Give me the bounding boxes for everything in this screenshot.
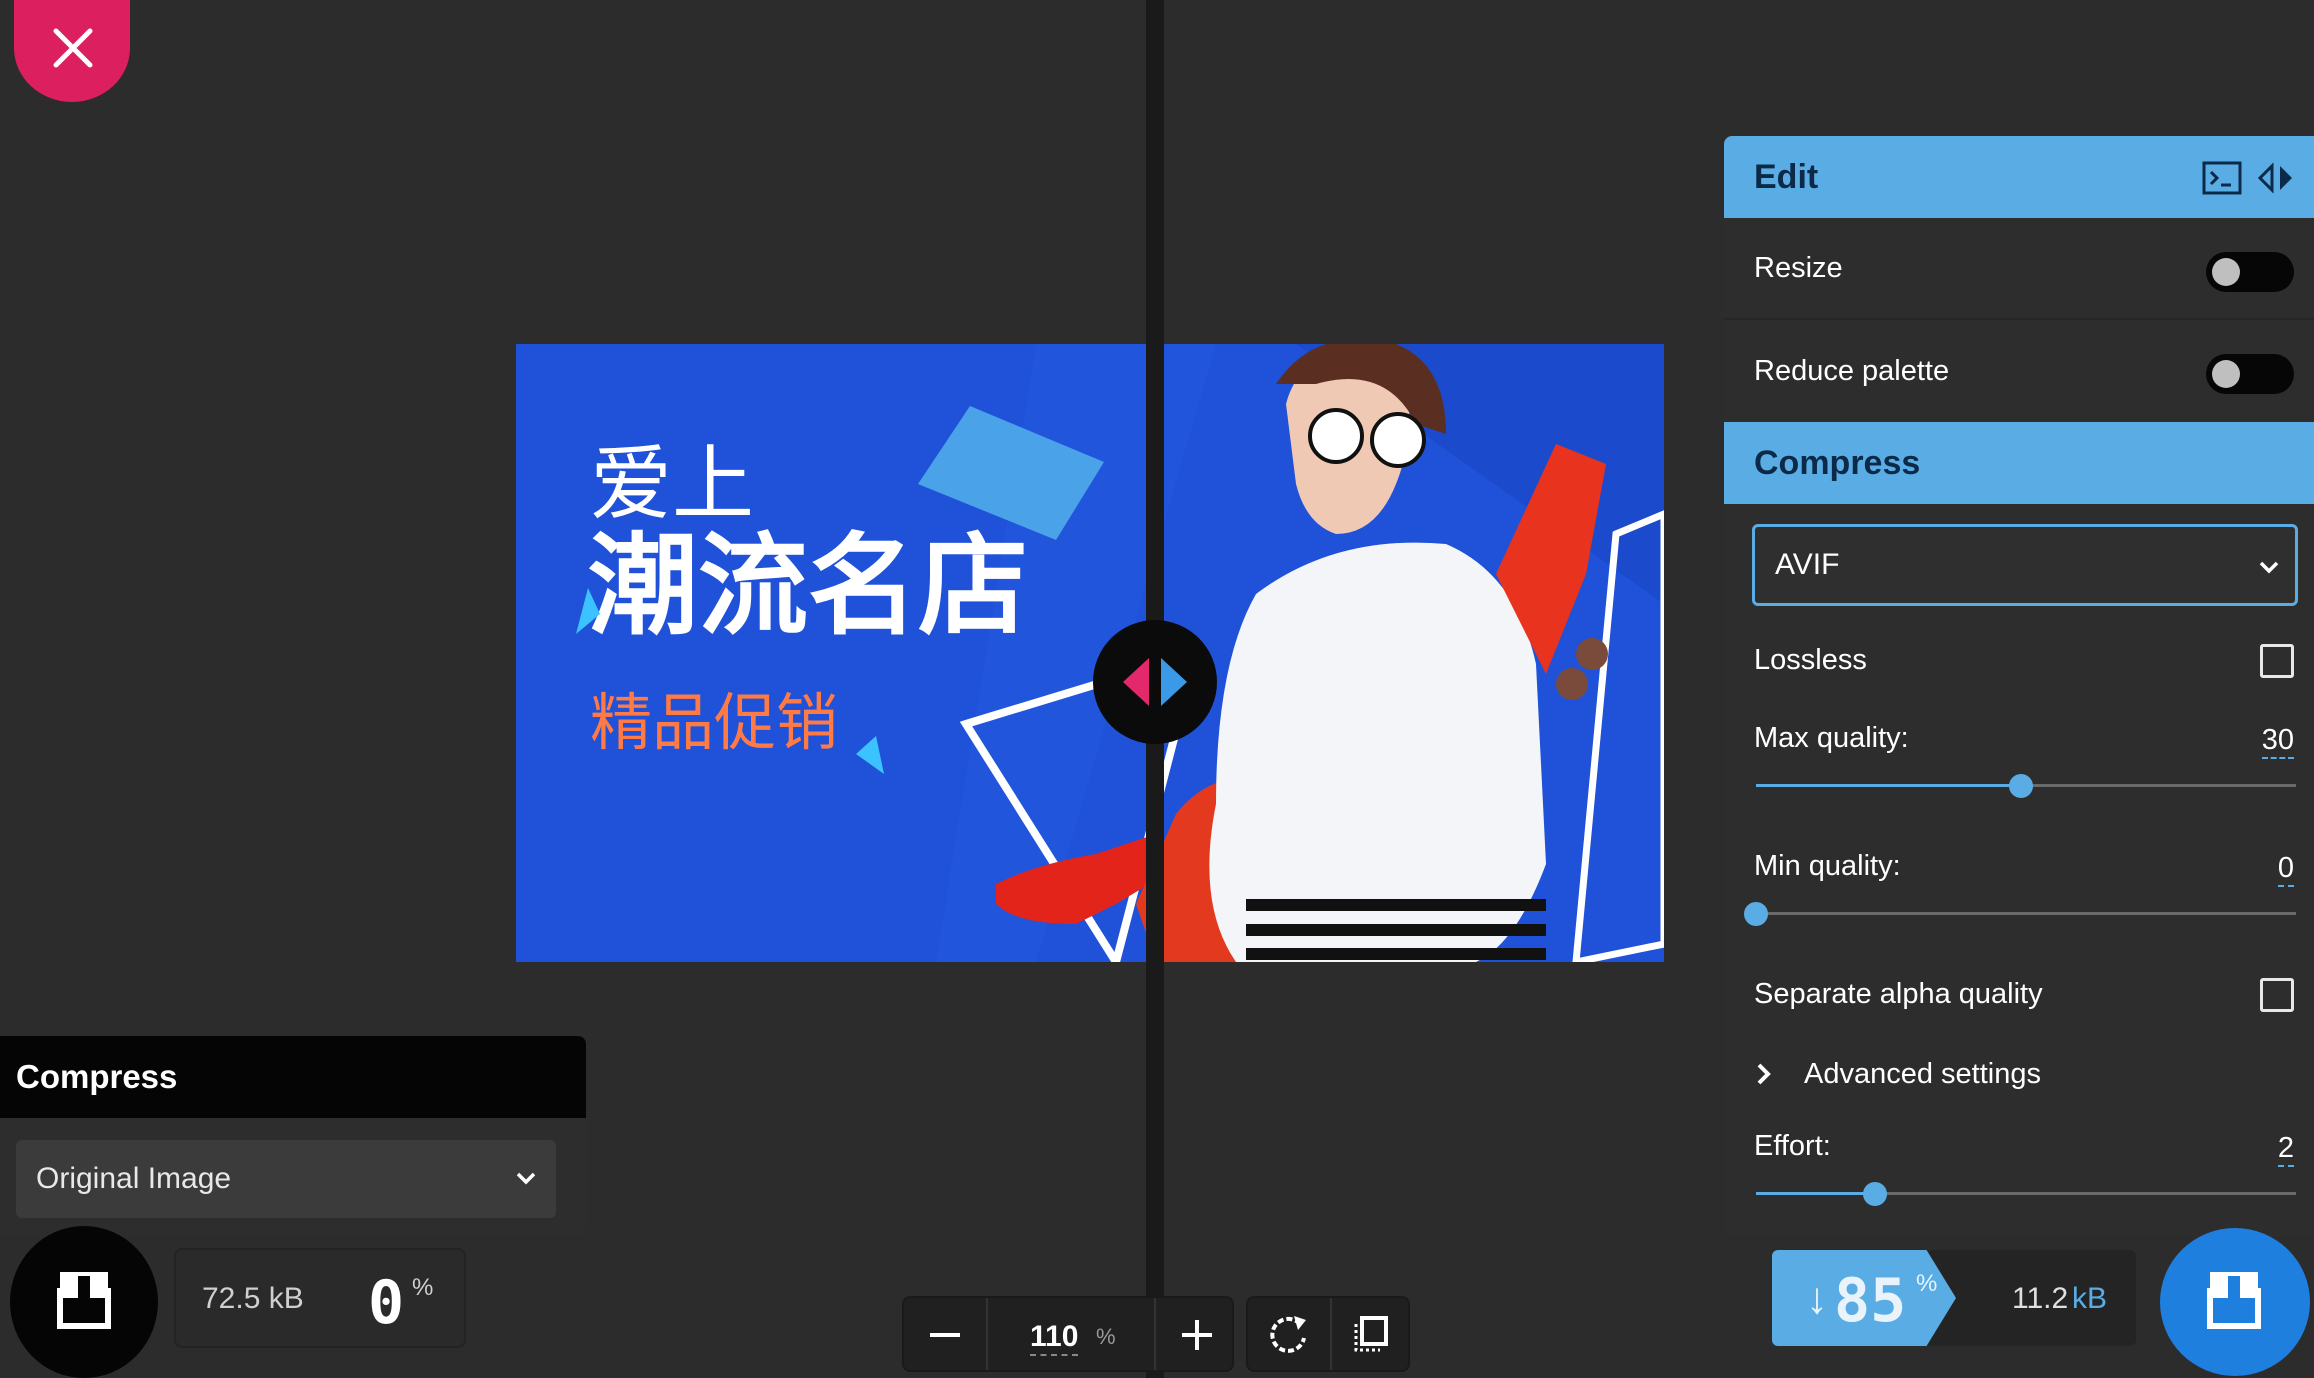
left-file-size: 72.5 kB	[202, 1282, 304, 1315]
left-panel-header: Compress	[0, 1036, 586, 1118]
edit-header-tools	[2202, 160, 2296, 196]
savings-unit: %	[1916, 1270, 1938, 1297]
effort-slider[interactable]	[1756, 1182, 2296, 1206]
compress-section-header: Compress	[1724, 422, 2314, 504]
image-headline-large: 潮流名店	[588, 522, 1028, 650]
toggle-knob	[2212, 258, 2240, 286]
close-button[interactable]	[14, 0, 130, 102]
rotate-button[interactable]	[1248, 1298, 1330, 1370]
output-size-info: ↓ 85 % 11.2 kB	[1772, 1250, 2136, 1346]
download-icon	[2207, 1272, 2261, 1329]
split-arrows-icon	[1123, 658, 1187, 706]
chevron-down-icon	[516, 1172, 536, 1185]
max-quality-thumb[interactable]	[2008, 774, 2033, 798]
edit-section-title: Edit	[1754, 157, 1819, 196]
chevron-down-icon	[2259, 561, 2279, 574]
zoom-in-button[interactable]	[1154, 1298, 1236, 1370]
zoom-out-button[interactable]	[904, 1298, 986, 1370]
max-quality-label: Max quality:	[1754, 722, 1909, 754]
close-icon	[53, 28, 93, 68]
left-download-button[interactable]	[10, 1226, 158, 1378]
swap-sides-icon[interactable]	[2256, 160, 2296, 196]
separate-alpha-label: Separate alpha quality	[1754, 978, 2043, 1010]
download-icon	[57, 1272, 111, 1329]
output-size: 11.2	[2012, 1282, 2069, 1315]
min-quality-slider[interactable]	[1744, 902, 2296, 926]
advanced-settings-label: Advanced settings	[1804, 1057, 2041, 1090]
preview-image-graphic: 爱上 潮流名店 精品促销	[516, 344, 1664, 962]
resize-row: Resize	[1724, 218, 2314, 320]
effort-fill	[1756, 1192, 1875, 1195]
compress-section-title: Compress	[1754, 443, 1921, 482]
lossless-checkbox[interactable]	[2260, 644, 2294, 678]
output-size-unit: kB	[2072, 1282, 2108, 1315]
resize-toggle[interactable]	[2206, 252, 2294, 292]
image-headline-small: 爱上	[590, 437, 754, 532]
background-toggle-button[interactable]	[1330, 1298, 1410, 1370]
view-tools	[1246, 1296, 1410, 1372]
resize-label: Resize	[1754, 251, 1843, 284]
min-quality-value[interactable]: 0	[2277, 852, 2294, 887]
zoom-level[interactable]: 110 %	[986, 1298, 1154, 1370]
rotate-icon	[1270, 1316, 1306, 1353]
zoom-value[interactable]: 110	[1030, 1320, 1079, 1356]
download-button[interactable]	[2160, 1228, 2310, 1376]
down-arrow-icon: ↓	[1806, 1274, 1828, 1323]
format-select[interactable]: AVIF	[1752, 524, 2298, 606]
toggle-knob	[2212, 360, 2240, 388]
format-value: AVIF	[1775, 548, 1840, 581]
max-quality-value[interactable]: 30	[2261, 724, 2294, 759]
savings-badge: ↓ 85 %	[1772, 1250, 1956, 1346]
image-headline-sub: 精品促销	[590, 686, 838, 759]
minus-icon	[930, 1333, 960, 1337]
background-icon	[1354, 1316, 1388, 1352]
reduce-palette-label: Reduce palette	[1754, 354, 1950, 387]
effort-value[interactable]: 2	[2277, 1132, 2294, 1167]
split-handle[interactable]	[1093, 620, 1217, 744]
reduce-palette-row: Reduce palette	[1724, 320, 2314, 422]
left-savings-unit: %	[412, 1274, 434, 1301]
effort-label: Effort:	[1754, 1130, 1831, 1162]
zoom-controls: 110 %	[902, 1296, 1234, 1372]
zoom-unit: %	[1096, 1324, 1116, 1349]
max-quality-fill	[1756, 784, 2021, 787]
edit-section-header: Edit	[1724, 136, 2314, 218]
preview-image[interactable]: 爱上 潮流名店 精品促销	[516, 344, 1664, 962]
left-size-info: 72.5 kB 0 %	[176, 1250, 464, 1346]
advanced-settings-toggle[interactable]: Advanced settings	[1754, 1054, 2041, 1094]
terminal-icon[interactable]	[2202, 160, 2242, 196]
savings-value: 85	[1834, 1266, 1907, 1336]
lossless-label: Lossless	[1754, 644, 1867, 676]
squoosh-editor: 爱上 潮流名店 精品促销 Compress Original Image 72.…	[0, 0, 2314, 1378]
chevron-right-icon	[1757, 1063, 1771, 1085]
min-quality-thumb[interactable]	[1744, 902, 1768, 926]
left-method-value: Original Image	[36, 1162, 232, 1195]
right-options-panel: Edit Resize Reduce palette Compress AVIF…	[1724, 136, 2314, 1236]
reduce-palette-toggle[interactable]	[2206, 354, 2294, 394]
min-quality-label: Min quality:	[1754, 850, 1901, 882]
left-savings-value: 0	[368, 1268, 405, 1338]
left-options-panel: Compress Original Image	[0, 1036, 586, 1236]
left-panel-title: Compress	[16, 1058, 178, 1095]
separate-alpha-checkbox[interactable]	[2260, 978, 2294, 1012]
left-method-select[interactable]: Original Image	[16, 1140, 556, 1218]
effort-thumb[interactable]	[1862, 1182, 1887, 1206]
plus-icon	[1182, 1320, 1212, 1350]
max-quality-slider[interactable]	[1756, 774, 2296, 798]
